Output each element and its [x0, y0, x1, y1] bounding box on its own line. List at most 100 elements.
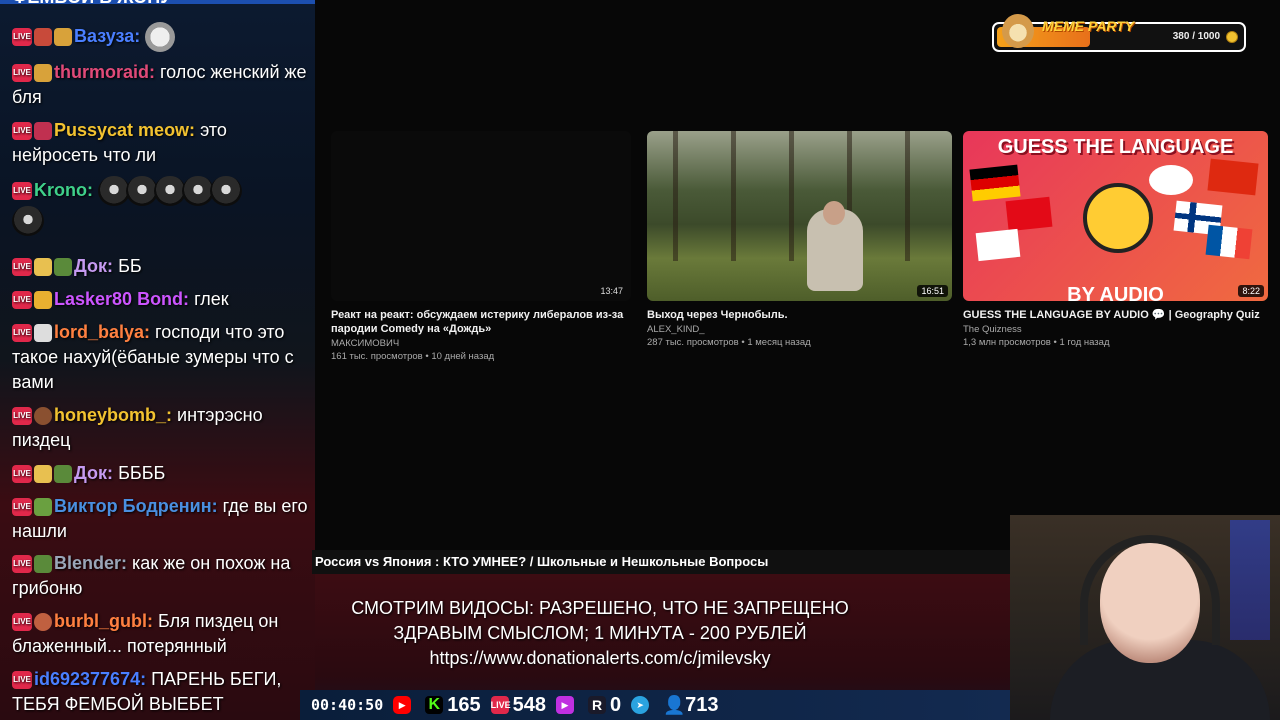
video-title[interactable]: GUESS THE LANGUAGE BY AUDIO 💬 | Geograph…	[963, 308, 1268, 322]
wall-flag	[1230, 520, 1270, 640]
cup-badge-icon	[34, 258, 52, 277]
live-badge-icon: LIVE	[12, 291, 32, 310]
chat-message: LIVE Док: ББББ	[12, 461, 308, 486]
video-thumbnail[interactable]: 13:47	[331, 131, 631, 301]
video-title[interactable]: Выход через Чернобыль.	[647, 308, 952, 322]
flag-korea-icon	[975, 228, 1021, 262]
chat-nick[interactable]: Виктор Бодренин:	[54, 496, 218, 516]
chat-message: LIVE Pussycat meow: это нейросеть что ли	[12, 118, 308, 168]
chat-message: LIVE honeybomb_: интэрэсно пиздец	[12, 403, 308, 453]
avatar-badge-icon	[34, 613, 52, 632]
chat-nick[interactable]: Pussycat meow:	[54, 120, 195, 140]
chat-message: LIVE id692377674: ПАРЕНЬ БЕГИ, ТЕБЯ ФЕМБО…	[12, 667, 308, 717]
vk-viewers: 548	[512, 693, 546, 716]
sub-badge-icon	[54, 465, 72, 484]
chat-message: LIVE Blender: как же он похож на грибоню	[12, 551, 308, 601]
video-thumbnail[interactable]: 16:51	[647, 131, 952, 301]
kick-icon: K	[425, 696, 444, 714]
sub-badge-icon	[54, 258, 72, 277]
live-badge-icon: LIVE	[12, 407, 32, 426]
live-badge-icon: LIVE	[12, 122, 32, 141]
chat-message: LIVE Виктор Бодренин: где вы его нашли	[12, 494, 308, 544]
headphones-icon	[1080, 535, 1220, 645]
vk-live-icon: LIVE	[490, 696, 511, 714]
rutube-icon: R	[588, 696, 606, 714]
chat-message: LIVE thurmoraid: голос женский же бля	[12, 60, 308, 110]
chat-text: ББ	[118, 256, 142, 276]
chat-message: LIVE Krono:	[12, 176, 308, 236]
thumb-headline: GUESS THE LANGUAGE	[997, 136, 1234, 158]
video-channel[interactable]: МАКСИМОВИЧ	[331, 337, 399, 351]
tree-trunks	[647, 131, 952, 261]
total-viewers: 713	[685, 693, 719, 716]
chat-message: LIVE Lasker80 Bond: глек	[12, 287, 308, 312]
viewers-icon: 👤	[663, 695, 686, 715]
sub-badge-icon	[34, 324, 52, 343]
live-badge-icon: LIVE	[12, 498, 32, 517]
drink-badge-icon	[34, 28, 52, 46]
chat-nick[interactable]: Вазуза:	[74, 26, 140, 46]
chat-nick[interactable]: Lasker80 Bond:	[54, 289, 189, 309]
youtube-icon: ▶	[393, 696, 412, 714]
avatar-badge-icon	[34, 407, 52, 426]
video-thumbnail[interactable]: GUESS THE LANGUAGE BY AUDIO 8:22	[963, 131, 1268, 301]
person-head	[823, 201, 845, 225]
chat-nick[interactable]: Krono:	[34, 180, 93, 200]
rules-line: ЗДРАВЫМ СМЫСЛОМ; 1 МИНУТА - 200 РУБЛЕЙ	[393, 623, 807, 643]
chat-message: LIVE burbl_gubl: Бля пиздец он блаженный.…	[12, 609, 308, 659]
chat-nick[interactable]: Док:	[74, 463, 113, 483]
chat-nick[interactable]: lord_balya:	[54, 322, 150, 342]
chat-nick[interactable]: Blender:	[54, 553, 127, 573]
video-duration: 8:22	[1238, 285, 1264, 297]
chat-bubble-icon	[1149, 165, 1193, 195]
donation-link[interactable]: https://www.donationalerts.com/c/jmilevs…	[314, 646, 886, 671]
current-video-title: Россия vs Япония : КТО УМНЕЕ? / Школьные…	[312, 550, 1015, 574]
chat-nick[interactable]: burbl_gubl:	[54, 611, 153, 631]
meme-party-progress: MEME PARTY 380 / 1000	[992, 14, 1246, 52]
chat-panel: ФЕМБОЙ В ЖОПУ LIVE Вазуза: LIVE thurmoraid…	[0, 0, 315, 720]
live-badge-icon: LIVE	[12, 324, 32, 343]
sub-badge-icon	[34, 64, 52, 83]
rules-line: СМОТРИМ ВИДОСЫ: РАЗРЕШЕНО, ЧТО НЕ ЗАПРЕЩ…	[351, 598, 849, 618]
chat-message: LIVE Док: ББ	[12, 254, 308, 279]
video-title[interactable]: Реакт на реакт: обсуждаем истерику либер…	[331, 308, 631, 336]
meme-party-title: MEME PARTY	[1042, 18, 1135, 34]
frog-badge-icon	[34, 498, 52, 517]
glasses-emote-icon	[145, 22, 176, 52]
chat-message: LIVE lord_balya: господи что это такое на…	[12, 320, 308, 395]
video-duration: 16:51	[917, 285, 948, 297]
chat-nick[interactable]: id692377674:	[34, 669, 146, 689]
rutube-viewers: 0	[610, 693, 622, 716]
kick-viewers: 165	[447, 693, 481, 716]
thinking-emoji-icon	[1083, 183, 1153, 253]
cup-badge-icon	[34, 465, 52, 484]
doge-icon	[1002, 14, 1034, 48]
flag-china-icon	[1207, 158, 1259, 196]
sub-badge-icon	[34, 555, 52, 574]
flag-germany-icon	[969, 164, 1021, 202]
chat-text: ББББ	[118, 463, 166, 483]
chat-nick[interactable]: Док:	[74, 256, 113, 276]
coin-icon	[1226, 31, 1238, 43]
video-channel[interactable]: ALEX_KIND_	[647, 323, 705, 337]
twitch-icon: ▶	[556, 696, 574, 714]
cat-emote-icon	[210, 176, 242, 206]
live-badge-icon: LIVE	[12, 465, 32, 484]
flag-turkey-icon	[1005, 196, 1053, 232]
live-badge-icon: LIVE	[12, 182, 32, 200]
chat-nick[interactable]: honeybomb_:	[54, 405, 172, 425]
chat-cut-message: ФЕМБОЙ В ЖОПУ	[12, 0, 171, 8]
live-badge-icon: LIVE	[12, 258, 32, 277]
live-badge-icon: LIVE	[12, 671, 32, 690]
chat-message: LIVE Вазуза:	[12, 22, 308, 52]
video-duration: 13:47	[600, 286, 623, 296]
thumb-subheadline: BY AUDIO	[1067, 284, 1164, 301]
uptime: 00:40:50	[311, 696, 384, 714]
video-channel[interactable]: The Quizness	[963, 323, 1022, 337]
meme-party-progress-text: 380 / 1000	[1172, 31, 1220, 42]
video-meta: 287 тыс. просмотров • 1 месяц назад	[647, 337, 811, 348]
live-badge-icon: LIVE	[12, 64, 32, 83]
chat-nick[interactable]: thurmoraid:	[54, 62, 155, 82]
webcam-feed	[1010, 515, 1280, 720]
stream-stats-bar: 00:40:50 ▶ K 165 LIVE 548 ▶ R 0 ➤ 👤 713	[305, 692, 825, 718]
